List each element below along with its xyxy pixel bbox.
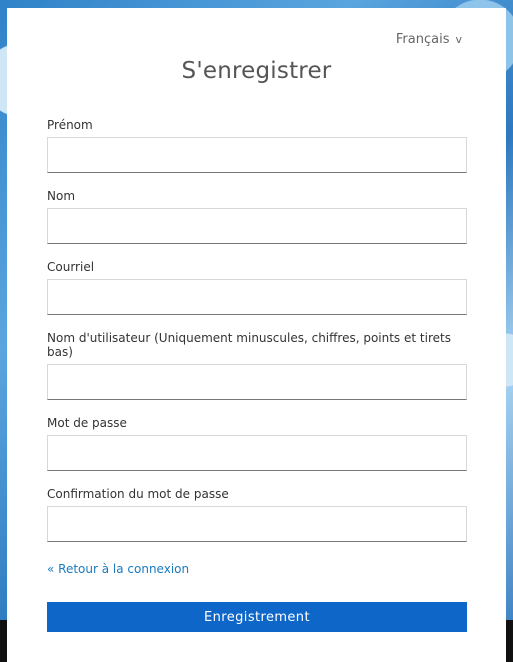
register-form: Prénom Nom Courriel Nom d'utilisateur (U… [47,118,467,577]
register-card: Français v S'enregistrer Prénom Nom Cour… [7,8,506,662]
password-input[interactable] [47,435,467,471]
last-name-input[interactable] [47,208,467,244]
field-username: Nom d'utilisateur (Uniquement minuscules… [47,331,467,400]
first-name-input[interactable] [47,137,467,173]
username-label: Nom d'utilisateur (Uniquement minuscules… [47,331,451,359]
chevron-down-icon: v [455,33,462,46]
password-label: Mot de passe [47,416,127,430]
page-title: S'enregistrer [181,58,332,84]
field-password: Mot de passe [47,416,467,471]
email-input[interactable] [47,279,467,315]
language-label: Français [395,32,450,47]
password-confirm-input[interactable] [47,506,467,542]
username-input[interactable] [47,364,467,400]
back-to-login-link[interactable]: « Retour à la connexion [47,562,189,576]
password-confirm-label: Confirmation du mot de passe [47,487,229,501]
field-last-name: Nom [47,189,467,244]
field-first-name: Prénom [47,118,467,173]
first-name-label: Prénom [47,118,93,132]
field-password-confirm: Confirmation du mot de passe [47,487,467,542]
last-name-label: Nom [47,189,76,203]
field-email: Courriel [47,260,467,315]
email-label: Courriel [47,260,95,274]
register-button[interactable]: Enregistrement [47,602,467,632]
language-selector[interactable]: Français v [396,32,462,47]
